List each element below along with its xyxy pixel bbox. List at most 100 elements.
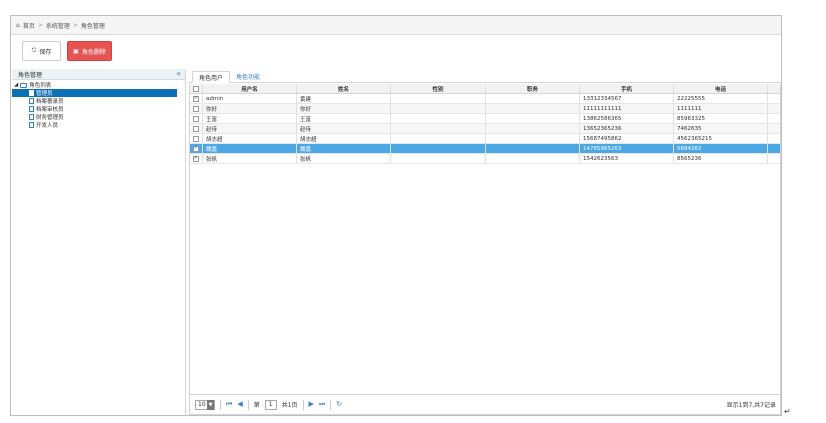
cell-phone: 1111111	[674, 104, 768, 113]
cell-gender	[391, 144, 486, 153]
column-header-mobile[interactable]: 手机	[580, 84, 674, 93]
prev-page-icon[interactable]: ◀	[237, 401, 242, 408]
page-number-input[interactable]: 1	[264, 399, 277, 410]
first-page-icon[interactable]: ⏮	[226, 401, 232, 408]
pager-divider	[330, 399, 332, 410]
tree-item-finance-manager[interactable]: 财务管理员	[12, 113, 185, 121]
user-grid: 用户名 姓名 性别 职务 手机 电话 ✓ admin 黄建 1331233456…	[189, 84, 781, 395]
row-checkbox[interactable]: ✓	[193, 155, 199, 162]
role-tree-panel-header: 角色管理 «	[12, 69, 185, 80]
tree-item-archive-recorder[interactable]: 档案著录员	[12, 97, 185, 105]
table-row-selected[interactable]: ✓ 魏嘉 魏嘉 14785965263 5684262	[190, 144, 780, 154]
refresh-icon[interactable]: ↻	[336, 401, 342, 408]
file-icon	[29, 122, 34, 128]
cell-mobile: 15687495862	[580, 134, 674, 143]
tree-item-label: 档案审核员	[36, 107, 64, 113]
role-tree: ◢ 角色列表 管理员 档案著录员 档案审核员 财务管理员 开发人员	[12, 80, 185, 129]
app-frame: ⌂ 首页 > 系统管理 > 角色管理 ⎋ 保存 ▣ 角色删除 角色管理 « ◢ …	[10, 15, 782, 416]
tab-role-functions[interactable]: 角色功能	[230, 70, 266, 82]
breadcrumb-home[interactable]: 首页	[23, 21, 35, 30]
cell-mobile: 13862586365	[580, 114, 674, 123]
cell-gender	[391, 134, 486, 143]
breadcrumb-separator-icon: >	[72, 21, 78, 29]
cell-position	[486, 114, 580, 123]
cell-username: 胡志超	[203, 134, 297, 143]
row-checkbox[interactable]	[193, 135, 199, 142]
role-tree-panel: 角色管理 « ◢ 角色列表 管理员 档案著录员 档案审核员 财务管理员 开发人员	[12, 69, 186, 415]
table-row[interactable]: 你好 你好 11111111111 1111111	[190, 104, 780, 114]
column-header-phone[interactable]: 电话	[674, 84, 768, 93]
next-page-icon[interactable]: ▶	[309, 401, 314, 408]
cell-name: 王富	[297, 114, 391, 123]
cell-position	[486, 104, 580, 113]
save-button[interactable]: ⎋ 保存	[22, 41, 61, 61]
home-icon[interactable]: ⌂	[16, 22, 20, 29]
row-checkbox[interactable]: ✓	[193, 95, 199, 102]
tab-role-users[interactable]: 角色用户	[192, 71, 231, 83]
save-icon: ⎋	[31, 47, 37, 54]
tree-item-archive-reviewer[interactable]: 档案审核员	[12, 105, 185, 113]
tree-item-admin[interactable]: 管理员	[12, 89, 177, 97]
trash-icon: ▣	[73, 47, 79, 55]
cell-username: 魏嘉	[203, 144, 297, 153]
cell-username: 赵侍	[203, 124, 297, 133]
file-icon	[29, 114, 34, 120]
table-row[interactable]: 胡志超 胡志超 15687495862 4562365215	[190, 134, 780, 144]
pagination-bar: 10 ▼ ⏮ ◀ 第 1 共1页 ▶ ⏭ ↻ 显示1到7,共7记录	[189, 395, 781, 415]
row-checkbox[interactable]	[193, 115, 199, 122]
tree-item-label: 管理员	[36, 91, 53, 97]
row-checkbox[interactable]: ✓	[193, 145, 199, 152]
page-size-value: 10	[198, 401, 206, 408]
last-page-icon[interactable]: ⏭	[319, 401, 325, 408]
tree-item-developer[interactable]: 开发人员	[12, 121, 185, 129]
column-header-name[interactable]: 姓名	[297, 84, 391, 93]
cell-mobile: 14785965263	[580, 144, 674, 153]
cell-gender	[391, 104, 486, 113]
column-header-position[interactable]: 职务	[486, 84, 580, 93]
table-row[interactable]: ✓ admin 黄建 13312334567 22225555	[190, 94, 780, 104]
row-checkbox[interactable]	[193, 125, 199, 132]
paragraph-return-icon: ↵	[784, 407, 791, 416]
row-checkbox[interactable]	[193, 105, 199, 112]
tree-item-label: 财务管理员	[36, 115, 64, 121]
delete-role-button[interactable]: ▣ 角色删除	[67, 41, 112, 61]
tree-item-label: 开发人员	[36, 123, 59, 129]
cell-position	[486, 134, 580, 143]
chevron-down-icon[interactable]: ▼	[207, 399, 214, 410]
cell-username: 张帆	[203, 154, 297, 163]
pager-divider	[302, 399, 304, 410]
cell-username: 你好	[203, 104, 297, 113]
breadcrumb-system[interactable]: 系统管理	[46, 21, 70, 30]
cell-username: 王富	[203, 114, 297, 123]
tree-root-label: 角色列表	[29, 83, 52, 89]
cell-name: 你好	[297, 104, 391, 113]
column-header-gender[interactable]: 性别	[391, 84, 486, 93]
table-row[interactable]: 赵侍 赵侍 13652365236 7462635	[190, 124, 780, 134]
select-all-checkbox[interactable]	[193, 85, 199, 92]
select-all-cell[interactable]	[190, 84, 203, 93]
tree-root[interactable]: ◢ 角色列表	[12, 81, 185, 89]
cell-phone: 85963325	[674, 114, 768, 123]
cell-phone: 22225555	[674, 94, 768, 103]
page-prefix: 第	[253, 402, 260, 409]
cell-name: 赵侍	[297, 124, 391, 133]
column-header-username[interactable]: 用户名	[203, 84, 297, 93]
cell-position	[486, 154, 580, 163]
table-row[interactable]: 王富 王富 13862586365 85963325	[190, 114, 780, 124]
cell-mobile: 1542623563	[580, 154, 674, 163]
cell-mobile: 13312334567	[580, 94, 674, 103]
pager-divider	[247, 399, 249, 410]
tab-bar: 角色用户 角色功能	[189, 69, 781, 83]
table-row[interactable]: ✓ 张帆 张帆 1542623563 8565236	[190, 154, 780, 164]
tree-item-label: 档案著录员	[36, 99, 64, 105]
collapse-left-icon[interactable]: «	[176, 70, 181, 78]
tree-expand-icon[interactable]: ◢	[14, 82, 18, 88]
cell-gender	[391, 94, 486, 103]
grid-header: 用户名 姓名 性别 职务 手机 电话	[190, 84, 780, 94]
page-total: 共1页	[281, 402, 298, 409]
breadcrumb-current: 角色管理	[80, 22, 105, 30]
cell-phone: 4562365215	[674, 134, 768, 143]
page-size-select[interactable]: 10 ▼	[195, 399, 215, 410]
cell-username: admin	[203, 94, 297, 103]
cell-name: 黄建	[297, 94, 391, 103]
